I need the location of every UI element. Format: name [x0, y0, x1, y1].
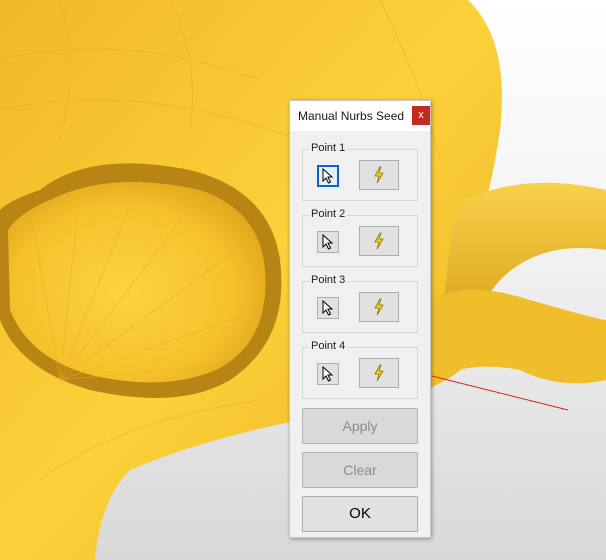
dialog-title: Manual Nurbs Seed: [298, 109, 405, 123]
cursor-icon: [322, 300, 334, 316]
point-4-pick-button[interactable]: [317, 363, 339, 385]
point-3-label: Point 3: [309, 274, 348, 286]
point-1-seed-button[interactable]: [359, 160, 399, 190]
lightning-icon: [374, 166, 384, 184]
point-4-seed-button[interactable]: [359, 358, 399, 388]
clear-button[interactable]: Clear: [302, 452, 418, 488]
point-3-pick-button[interactable]: [317, 297, 339, 319]
point-4-group: Point 4: [302, 340, 418, 399]
cursor-icon: [322, 234, 334, 250]
point-3-group: Point 3: [302, 274, 418, 333]
point-2-pick-button[interactable]: [317, 231, 339, 253]
point-2-label: Point 2: [309, 208, 348, 220]
point-2-group: Point 2: [302, 208, 418, 267]
close-button[interactable]: x: [412, 106, 430, 125]
lightning-icon: [374, 364, 384, 382]
point-2-seed-button[interactable]: [359, 226, 399, 256]
point-1-group: Point 1: [302, 142, 418, 201]
dialog-titlebar[interactable]: Manual Nurbs Seed x: [290, 101, 430, 131]
ok-button[interactable]: OK: [302, 496, 418, 532]
point-4-label: Point 4: [309, 340, 348, 352]
close-icon: x: [418, 109, 424, 121]
apply-button[interactable]: Apply: [302, 408, 418, 444]
lightning-icon: [374, 298, 384, 316]
cursor-icon: [322, 168, 334, 184]
point-3-seed-button[interactable]: [359, 292, 399, 322]
seed-line: [431, 375, 569, 411]
point-1-label: Point 1: [309, 142, 348, 154]
point-1-pick-button[interactable]: [317, 165, 339, 187]
manual-nurbs-seed-dialog: Manual Nurbs Seed x Point 1 Point 2 Poin…: [289, 100, 431, 538]
cursor-icon: [322, 366, 334, 382]
lightning-icon: [374, 232, 384, 250]
